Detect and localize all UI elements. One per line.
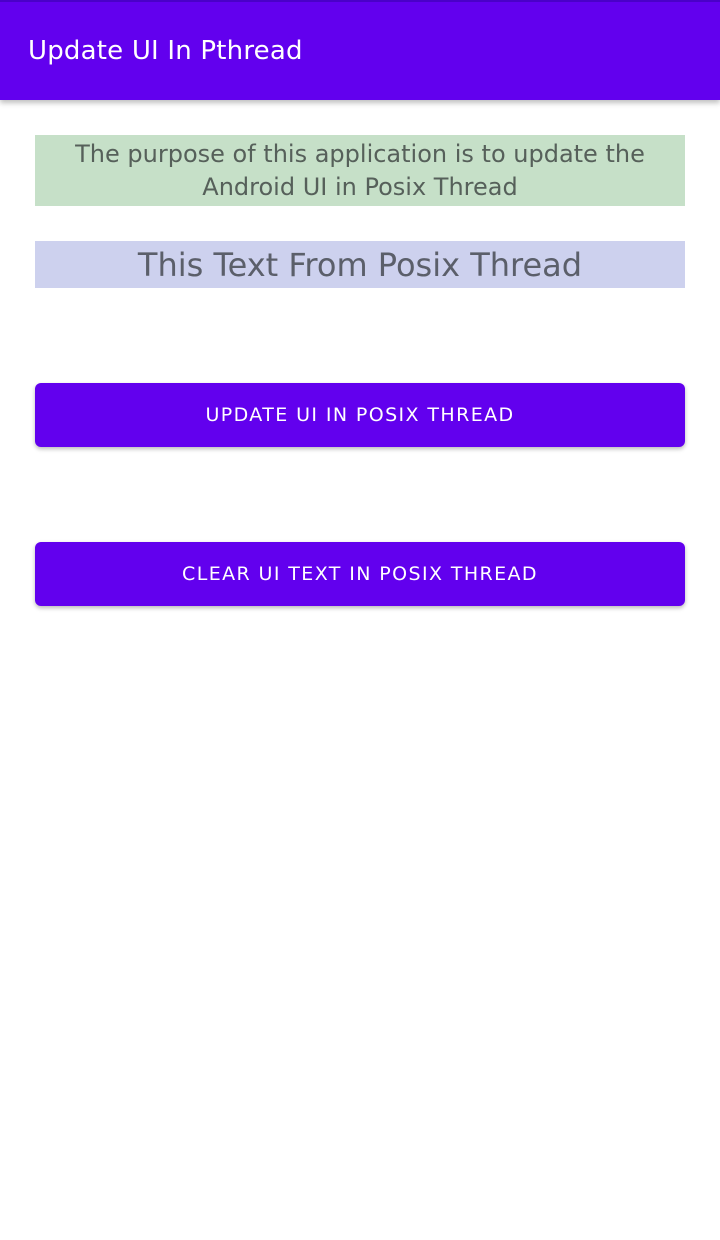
purpose-text: The purpose of this application is to up… xyxy=(75,139,645,201)
thread-text-box: This Text From Posix Thread xyxy=(35,241,685,288)
clear-ui-text-button[interactable]: CLEAR UI TEXT IN POSIX THREAD xyxy=(35,542,685,606)
update-ui-button[interactable]: UPDATE UI IN POSIX THREAD xyxy=(35,383,685,447)
purpose-text-box: The purpose of this application is to up… xyxy=(35,135,685,206)
app-title: Update UI In Pthread xyxy=(28,36,303,66)
app-screen: Update UI In Pthread The purpose of this… xyxy=(0,0,720,1240)
app-bar: Update UI In Pthread xyxy=(0,0,720,100)
thread-output-text: This Text From Posix Thread xyxy=(137,245,583,284)
